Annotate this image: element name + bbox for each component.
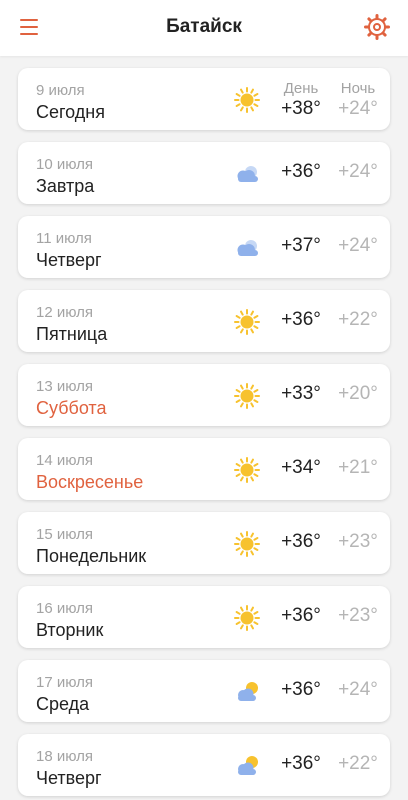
day-name: Сегодня bbox=[36, 102, 105, 122]
day-temperature: +36° bbox=[281, 679, 321, 700]
day-date: 13 июля bbox=[36, 378, 94, 395]
day-date: 16 июля bbox=[36, 600, 94, 617]
day-date: 10 июля bbox=[36, 156, 94, 173]
cloud-icon bbox=[232, 159, 262, 189]
day-name: Суббота bbox=[36, 398, 107, 418]
night-temperature: +23° bbox=[338, 531, 378, 552]
day-date: 15 июля bbox=[36, 526, 94, 543]
forecast-day-card[interactable]: 11 июля Четверг +37° +24° bbox=[18, 216, 390, 278]
day-temperature: +33° bbox=[281, 383, 321, 404]
gear-icon[interactable] bbox=[362, 12, 392, 42]
day-name: Четверг bbox=[36, 250, 102, 270]
day-name: Пятница bbox=[36, 324, 108, 344]
forecast-day-card[interactable]: 16 июля Вторник +36° +23° bbox=[18, 586, 390, 648]
day-temperature: +36° bbox=[281, 531, 321, 552]
forecast-day-card[interactable]: 9 июля Сегодня День Ночь +38° +24° bbox=[18, 68, 390, 130]
cloud-icon bbox=[232, 233, 262, 263]
sun-icon bbox=[232, 307, 262, 337]
forecast-day-card[interactable]: 14 июля Воскресенье +34° +21° bbox=[18, 438, 390, 500]
forecast-day-card[interactable]: 10 июля Завтра +36° +24° bbox=[18, 142, 390, 204]
day-date: 11 июля bbox=[36, 230, 92, 247]
day-temperature: +36° bbox=[281, 605, 321, 626]
day-name: Среда bbox=[36, 694, 90, 714]
forecast-day-card[interactable]: 17 июля Среда +36° +24° bbox=[18, 660, 390, 722]
night-temperature: +24° bbox=[338, 235, 378, 256]
day-temperature: +37° bbox=[281, 235, 321, 256]
day-temperature: +34° bbox=[281, 457, 321, 478]
day-name: Воскресенье bbox=[36, 472, 144, 492]
page-title: Батайск bbox=[166, 16, 242, 37]
app-header: Батайск bbox=[0, 0, 408, 56]
night-temperature: +22° bbox=[338, 753, 378, 774]
day-name: Завтра bbox=[36, 176, 95, 196]
night-temperature: +23° bbox=[338, 605, 378, 626]
sun-icon bbox=[232, 381, 262, 411]
day-temperature: +36° bbox=[281, 309, 321, 330]
day-column-header: День bbox=[283, 80, 319, 97]
forecast-list: 9 июля Сегодня День Ночь +38° +24° 10 июля Завт… bbox=[0, 56, 408, 796]
day-temperature: +36° bbox=[281, 753, 321, 774]
sun-icon bbox=[232, 85, 262, 115]
forecast-day-card[interactable]: 15 июля Понедельник +36° +23° bbox=[18, 512, 390, 574]
day-name: Вторник bbox=[36, 620, 104, 640]
night-temperature: +20° bbox=[338, 383, 378, 404]
night-temperature: +21° bbox=[338, 457, 378, 478]
day-temperature: +36° bbox=[281, 161, 321, 182]
forecast-day-card[interactable]: 13 июля Суббота +33° +20° bbox=[18, 364, 390, 426]
night-column-header: Ночь bbox=[340, 80, 376, 97]
day-date: 17 июля bbox=[36, 674, 94, 691]
night-temperature: +24° bbox=[338, 679, 378, 700]
partly-cloudy-icon bbox=[232, 751, 262, 781]
sun-icon bbox=[232, 529, 262, 559]
sun-icon bbox=[232, 603, 262, 633]
forecast-day-card[interactable]: 18 июля Четверг +36° +22° bbox=[18, 734, 390, 796]
day-date: 14 июля bbox=[36, 452, 94, 469]
day-date: 12 июля bbox=[36, 304, 94, 321]
night-temperature: +22° bbox=[338, 309, 378, 330]
sun-icon bbox=[232, 455, 262, 485]
day-name: Понедельник bbox=[36, 546, 147, 566]
day-name: Четверг bbox=[36, 768, 102, 788]
night-temperature: +24° bbox=[338, 161, 378, 182]
partly-cloudy-icon bbox=[232, 677, 262, 707]
forecast-day-card[interactable]: 12 июля Пятница +36° +22° bbox=[18, 290, 390, 352]
day-date: 9 июля bbox=[36, 82, 85, 99]
night-temperature: +24° bbox=[338, 98, 378, 119]
day-date: 18 июля bbox=[36, 748, 94, 765]
day-temperature: +38° bbox=[281, 98, 321, 119]
